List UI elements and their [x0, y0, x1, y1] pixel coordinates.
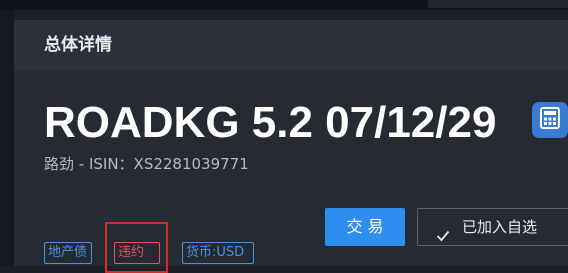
calculator-button[interactable]	[532, 102, 568, 138]
bond-issuer-isin: 路劲 - ISIN：XS2281039771	[44, 155, 249, 173]
watchlist-label: 已加入自选	[462, 218, 538, 236]
currency-tag: 货币:USD	[182, 242, 254, 264]
left-gutter	[0, 10, 14, 266]
check-icon	[436, 220, 450, 242]
watchlist-button[interactable]: 已加入自选	[417, 208, 568, 246]
panel-header: 总体详情	[14, 20, 568, 70]
default-status-tag: 违约	[114, 242, 160, 264]
overview-panel: 总体详情 ROADKG 5.2 07/12/29 路劲 - ISIN：XS228…	[14, 20, 568, 273]
top-bar-right-region	[428, 0, 568, 8]
bond-title: ROADKG 5.2 07/12/29	[44, 98, 497, 147]
sector-tag: 地产债	[44, 242, 92, 264]
trade-button[interactable]: 交 易	[325, 208, 405, 246]
panel-title: 总体详情	[44, 35, 112, 55]
calculator-icon	[539, 107, 561, 133]
